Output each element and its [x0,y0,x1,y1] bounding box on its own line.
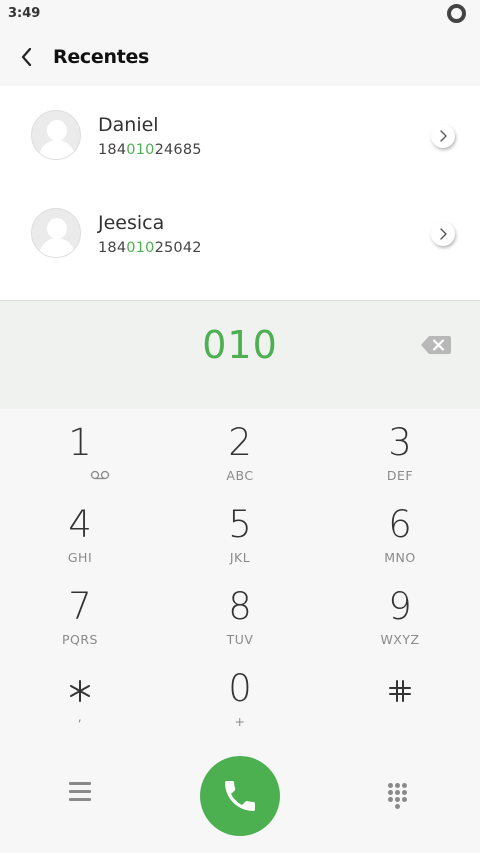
key-7[interactable]: 7 PQRS [20,575,140,655]
number-display: 010 [0,301,480,409]
backspace-icon [421,336,451,354]
status-time: 3:49 [8,6,41,21]
contact-suggestions-list: Daniel 18401024685 Jeesica 18401025042 [0,86,480,300]
contact-number: 18401025042 [98,240,202,256]
key-0[interactable]: 0 + [180,657,300,737]
status-ring-icon [447,4,466,23]
key-hash[interactable] [340,657,460,737]
contact-name: Daniel [98,114,159,136]
key-star[interactable]: , [20,657,140,737]
contact-name: Jeesica [98,212,165,234]
contact-details-button[interactable] [431,222,455,246]
dialed-number[interactable]: 010 [0,323,480,367]
contact-row[interactable]: Daniel 18401024685 [0,86,480,184]
key-8[interactable]: 8 TUV [180,575,300,655]
key-3[interactable]: 3 DEF [340,411,460,491]
contact-number: 18401024685 [98,142,202,158]
contact-row[interactable]: Jeesica 18401025042 [0,184,480,282]
status-bar: 3:49 [0,0,480,28]
menu-button[interactable] [66,782,94,806]
call-button[interactable] [200,756,280,836]
contact-details-button[interactable] [431,124,455,148]
back-button[interactable] [14,42,42,72]
menu-icon [66,782,94,801]
key-9[interactable]: 9 WXYZ [340,575,460,655]
number-match-highlight: 010 [126,142,155,158]
key-2[interactable]: 2 ABC [180,411,300,491]
avatar [31,110,81,160]
voicemail-icon [90,470,110,480]
key-5[interactable]: 5 JKL [180,493,300,573]
phone-icon [225,781,255,811]
back-arrow-icon [21,47,32,67]
key-6[interactable]: 6 MNO [340,493,460,573]
bottom-action-bar [0,748,480,853]
dialpad-toggle-button[interactable] [386,781,414,811]
number-match-highlight: 010 [126,240,155,256]
backspace-button[interactable] [420,334,452,356]
avatar [31,208,81,258]
chevron-right-icon [440,228,447,240]
title-bar: Recentes [0,28,480,86]
chevron-right-icon [440,130,447,142]
key-4[interactable]: 4 GHI [20,493,140,573]
key-1[interactable]: 1 [20,411,140,491]
page-title: Recentes [53,46,150,68]
